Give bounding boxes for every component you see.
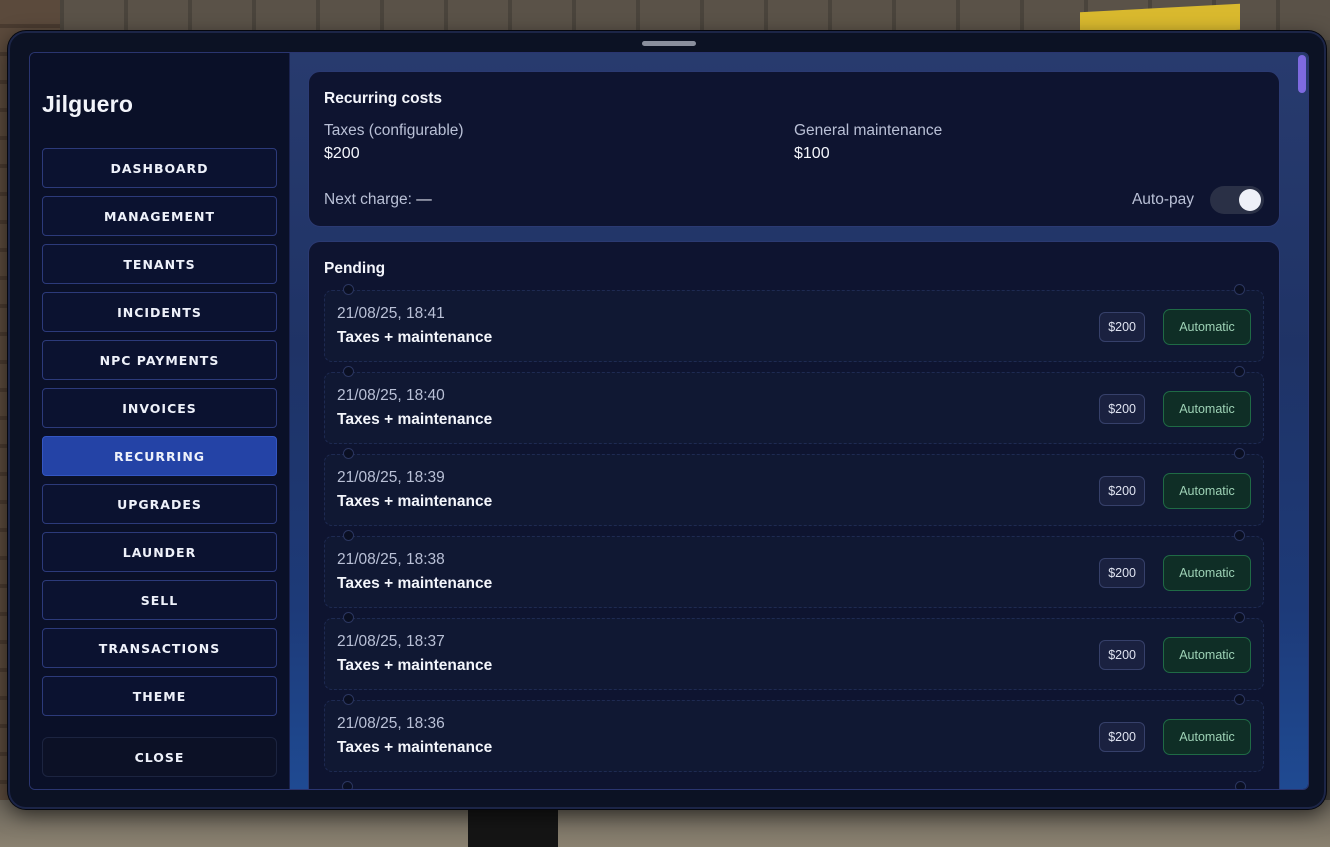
toggle-knob bbox=[1239, 189, 1261, 211]
automatic-badge: Automatic bbox=[1163, 719, 1251, 755]
automatic-badge: Automatic bbox=[1163, 473, 1251, 509]
sidebar-item-incidents[interactable]: INCIDENTS bbox=[42, 292, 277, 332]
amount-badge: $200 bbox=[1099, 640, 1145, 670]
sidebar-item-sell[interactable]: SELL bbox=[42, 580, 277, 620]
tablet-frame: Jilguero DASHBOARD MANAGEMENT TENANTS INCID… bbox=[8, 31, 1326, 809]
recurring-costs-grid: Taxes (configurable) $200 General mainte… bbox=[324, 122, 1264, 163]
sidebar-item-recurring[interactable]: RECURRING bbox=[42, 436, 277, 476]
sidebar-item-upgrades[interactable]: UPGRADES bbox=[42, 484, 277, 524]
perforation-dot bbox=[342, 781, 353, 789]
amount-badge: $200 bbox=[1099, 312, 1145, 342]
recurring-costs-title: Recurring costs bbox=[324, 90, 443, 107]
pending-badges: $200 Automatic bbox=[1099, 309, 1251, 345]
perforation-dot bbox=[1234, 612, 1245, 623]
sidebar-item-launder[interactable]: LAUNDER bbox=[42, 532, 277, 572]
list-item: 21/08/25, 18:40 Taxes + maintenance $200 Au… bbox=[324, 366, 1264, 444]
tablet-screen: Jilguero DASHBOARD MANAGEMENT TENANTS INCID… bbox=[29, 52, 1309, 790]
tablet-notch bbox=[642, 41, 696, 46]
pending-badges: $200 Automatic bbox=[1099, 473, 1251, 509]
taxes-column: Taxes (configurable) $200 bbox=[324, 122, 794, 163]
perforation-dot bbox=[1234, 530, 1245, 541]
automatic-badge: Automatic bbox=[1163, 391, 1251, 427]
maintenance-column: General maintenance $100 bbox=[794, 122, 1264, 163]
next-charge-label: Next charge: bbox=[324, 191, 412, 208]
autopay-control: Auto-pay bbox=[1132, 186, 1264, 214]
amount-badge: $200 bbox=[1099, 394, 1145, 424]
perforation-dot bbox=[343, 284, 354, 295]
amount-badge: $200 bbox=[1099, 722, 1145, 752]
perforation-dot bbox=[1234, 448, 1245, 459]
sidebar-item-invoices[interactable]: INVOICES bbox=[42, 388, 277, 428]
pending-title: Pending bbox=[324, 260, 386, 277]
amount-badge: $200 bbox=[1099, 558, 1145, 588]
next-charge: Next charge: — bbox=[324, 191, 432, 209]
perforation-dot bbox=[343, 366, 354, 377]
list-item-cutoff bbox=[324, 781, 1264, 789]
next-charge-value: — bbox=[416, 191, 432, 208]
sidebar-item-tenants[interactable]: TENANTS bbox=[42, 244, 277, 284]
pending-badges: $200 Automatic bbox=[1099, 555, 1251, 591]
sidebar-item-dashboard[interactable]: DASHBOARD bbox=[42, 148, 277, 188]
sidebar-item-theme[interactable]: THEME bbox=[42, 676, 277, 716]
pending-list: 21/08/25, 18:41 Taxes + maintenance $200 Au… bbox=[324, 284, 1264, 789]
autopay-label: Auto-pay bbox=[1131, 191, 1194, 208]
perforation-dot bbox=[343, 448, 354, 459]
main-content: Recurring costs Taxes (configurable) $20… bbox=[290, 53, 1308, 789]
list-item: 21/08/25, 18:37 Taxes + maintenance $200 Au… bbox=[324, 612, 1264, 690]
recurring-costs-footer: Next charge: — Auto-pay bbox=[324, 186, 1264, 214]
app-title: Jilguero bbox=[42, 91, 134, 117]
list-item: 21/08/25, 18:36 Taxes + maintenance $200 Au… bbox=[324, 694, 1264, 772]
perforation-dot bbox=[1235, 781, 1246, 789]
sidebar-item-management[interactable]: MANAGEMENT bbox=[42, 196, 277, 236]
automatic-badge: Automatic bbox=[1163, 309, 1251, 345]
recurring-costs-card: Recurring costs Taxes (configurable) $20… bbox=[308, 71, 1280, 227]
sidebar-item-npc-payments[interactable]: NPC PAYMENTS bbox=[42, 340, 277, 380]
perforation-dot bbox=[343, 694, 354, 705]
pending-badges: $200 Automatic bbox=[1099, 637, 1251, 673]
pending-badges: $200 Automatic bbox=[1099, 391, 1251, 427]
sidebar: Jilguero DASHBOARD MANAGEMENT TENANTS INCID… bbox=[30, 53, 290, 789]
pending-badges: $200 Automatic bbox=[1099, 719, 1251, 755]
nav-list: DASHBOARD MANAGEMENT TENANTS INCIDENTS NPC P… bbox=[42, 148, 277, 716]
maintenance-value: $100 bbox=[794, 145, 830, 162]
perforation-dot bbox=[1234, 366, 1245, 377]
list-item: 21/08/25, 18:41 Taxes + maintenance $200 Au… bbox=[324, 284, 1264, 362]
amount-badge: $200 bbox=[1099, 476, 1145, 506]
perforation-dot bbox=[1234, 284, 1245, 295]
maintenance-label: General maintenance bbox=[794, 122, 943, 139]
taxes-label: Taxes (configurable) bbox=[324, 122, 464, 139]
perforation-dot bbox=[343, 612, 354, 623]
scrollbar-thumb[interactable] bbox=[1298, 55, 1306, 93]
perforation-dot bbox=[1234, 694, 1245, 705]
close-button[interactable]: CLOSE bbox=[42, 737, 277, 777]
perforation-dot bbox=[343, 530, 354, 541]
autopay-toggle[interactable] bbox=[1210, 186, 1264, 214]
automatic-badge: Automatic bbox=[1163, 555, 1251, 591]
sidebar-item-transactions[interactable]: TRANSACTIONS bbox=[42, 628, 277, 668]
taxes-value: $200 bbox=[324, 145, 360, 162]
automatic-badge: Automatic bbox=[1163, 637, 1251, 673]
pending-card: Pending 21/08/25, 18:41 Taxes + maintenan… bbox=[308, 241, 1280, 789]
list-item: 21/08/25, 18:39 Taxes + maintenance $200 Au… bbox=[324, 448, 1264, 526]
list-item: 21/08/25, 18:38 Taxes + maintenance $200 Au… bbox=[324, 530, 1264, 608]
